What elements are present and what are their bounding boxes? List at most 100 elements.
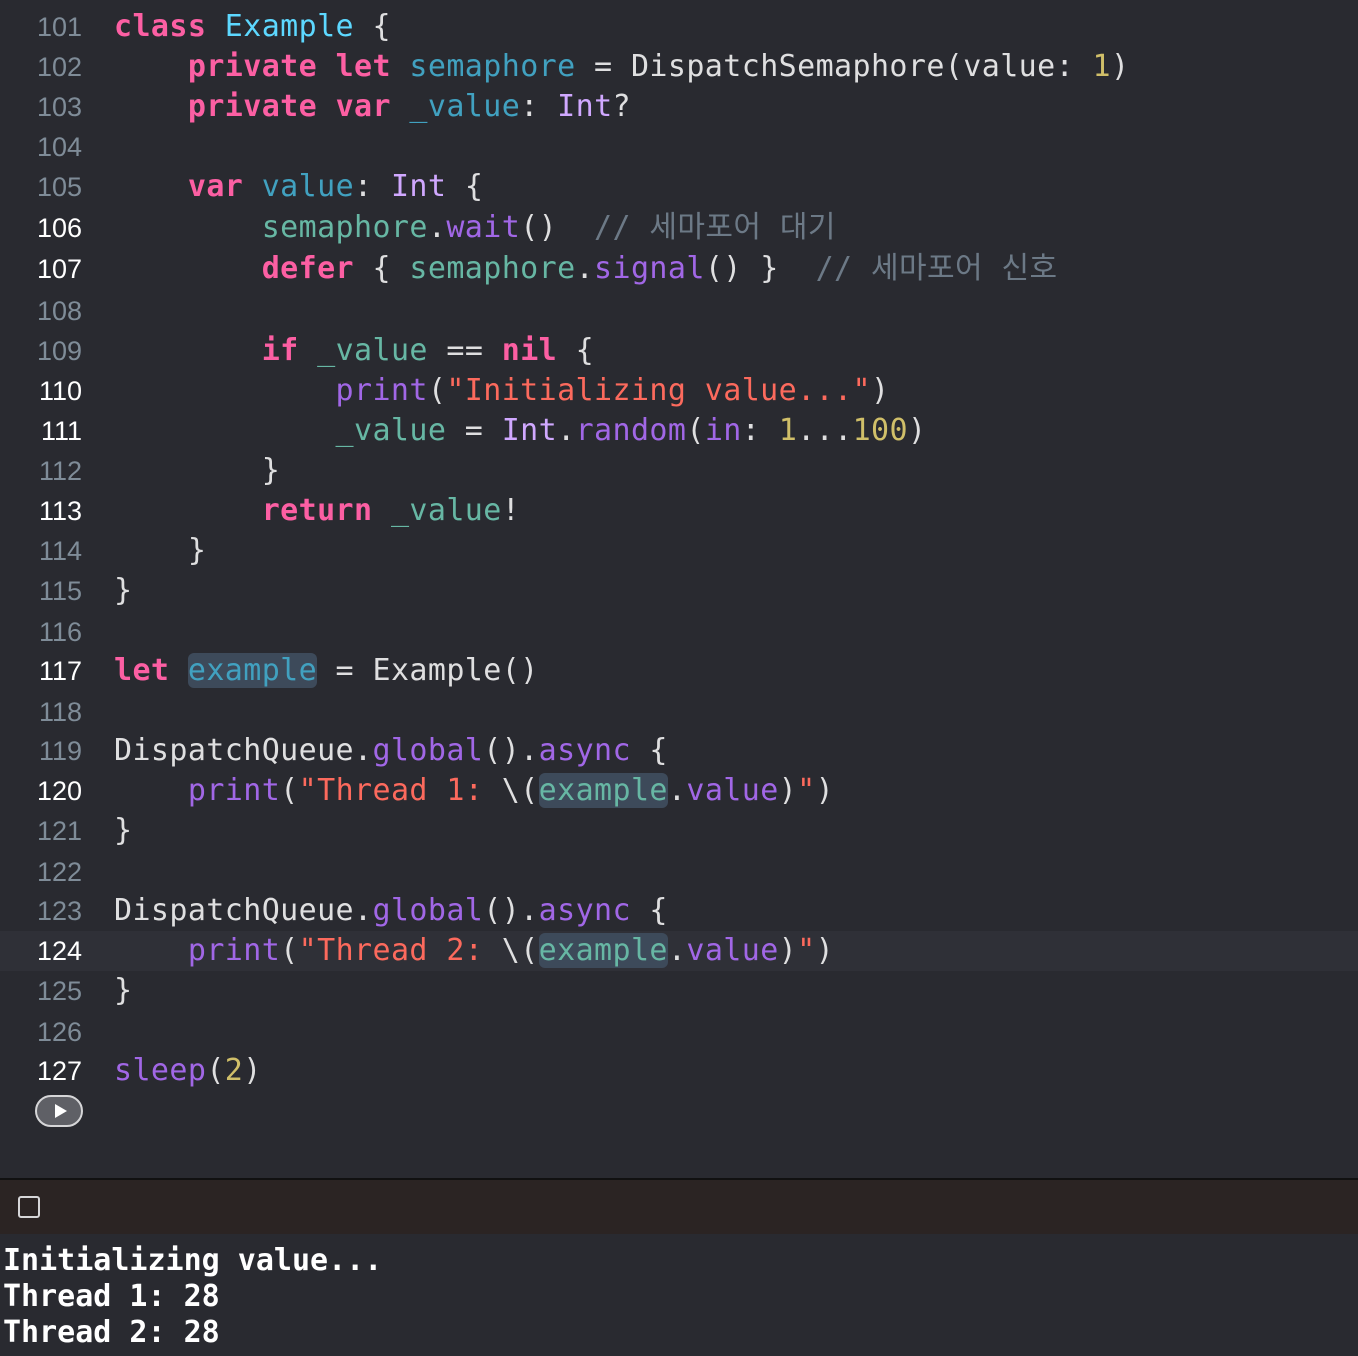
code-text[interactable]: class Example { <box>114 7 391 47</box>
code-token: random <box>575 413 687 448</box>
code-token: global <box>372 893 484 928</box>
code-text[interactable]: var value: Int { <box>114 167 483 207</box>
code-token: { <box>354 9 391 44</box>
code-token: : <box>354 169 391 204</box>
code-text[interactable]: private var _value: Int? <box>114 87 631 127</box>
code-token: " <box>797 773 816 808</box>
code-line[interactable]: 112 } <box>0 451 1358 491</box>
line-number: 121 <box>36 816 82 846</box>
code-text[interactable]: _value = Int.random(in: 1...100) <box>114 411 926 451</box>
code-token: _value <box>335 413 447 448</box>
code-line[interactable]: 120 print("Thread 1: \(example.value)") <box>0 771 1358 811</box>
code-line[interactable]: 111 _value = Int.random(in: 1...100) <box>0 411 1358 451</box>
code-line[interactable]: 105 var value: Int { <box>0 167 1358 207</box>
code-line[interactable]: 114 } <box>0 531 1358 571</box>
code-token: ) <box>870 373 890 408</box>
line-number: 104 <box>36 132 82 162</box>
code-line[interactable]: 106 semaphore.wait() // 세마포어 대기 <box>0 208 1358 248</box>
code-line[interactable]: 110 print("Initializing value...") <box>0 371 1358 411</box>
code-line[interactable]: 125} <box>0 971 1358 1011</box>
code-text[interactable]: let example = Example() <box>114 651 539 691</box>
code-token: example <box>538 933 668 968</box>
code-token: (). <box>483 733 539 768</box>
code-token: print <box>335 373 428 408</box>
code-editor[interactable]: 101 class Example {102 private let semaph… <box>0 0 1358 1178</box>
code-line[interactable]: 122 <box>0 852 1358 892</box>
code-text[interactable]: } <box>114 451 280 491</box>
code-text[interactable]: print("Thread 1: \(example.value)") <box>114 771 834 811</box>
code-token: return <box>261 493 373 528</box>
code-token: { <box>557 333 595 368</box>
console-toggle-icon[interactable] <box>18 1196 40 1218</box>
code-line[interactable]: 117 let example = Example() <box>0 651 1358 691</box>
line-number: 123 <box>36 896 82 926</box>
code-line[interactable]: 104 <box>0 127 1358 167</box>
code-token: { <box>630 733 668 768</box>
code-token: = Example() <box>317 653 539 688</box>
line-number: 113 <box>38 496 82 526</box>
code-text[interactable]: print("Initializing value...") <box>114 371 889 411</box>
code-line[interactable]: 126 <box>0 1012 1358 1052</box>
console-output[interactable]: Initializing value... Thread 1: 28 Threa… <box>0 1234 1358 1356</box>
code-line[interactable]: 118 <box>0 692 1358 732</box>
code-token: print <box>187 773 281 808</box>
code-token: DispatchQueue. <box>114 733 373 768</box>
code-token: "Thread 1: <box>298 773 502 808</box>
line-number: 114 <box>38 536 82 566</box>
code-text[interactable]: } <box>114 971 132 1011</box>
code-token: var <box>335 89 391 124</box>
code-token: wait <box>446 210 521 245</box>
code-text[interactable]: } <box>114 531 206 571</box>
code-line[interactable]: 119 DispatchQueue.global().async { <box>0 731 1358 771</box>
code-text[interactable]: defer { semaphore.signal() } // 세마포어 신호 <box>114 249 1057 289</box>
run-button[interactable] <box>35 1095 83 1127</box>
code-text[interactable]: private let semaphore = DispatchSemaphor… <box>114 47 1129 87</box>
code-token: ) <box>778 773 798 808</box>
code-token: var <box>187 169 244 204</box>
line-number: 118 <box>38 697 82 727</box>
code-line[interactable]: 116 <box>0 612 1358 652</box>
code-line[interactable]: 121} <box>0 811 1358 851</box>
code-line[interactable]: 103 private var _value: Int? <box>0 87 1358 127</box>
line-number: 119 <box>38 736 82 766</box>
line-number: 111 <box>40 416 82 446</box>
code-text[interactable]: } <box>114 811 132 851</box>
code-line[interactable]: 115} <box>0 571 1358 611</box>
code-token: } <box>114 533 207 568</box>
code-token: } <box>114 573 133 608</box>
code-token: ? <box>612 89 631 124</box>
code-text[interactable]: return _value! <box>114 491 520 531</box>
code-token: let <box>335 49 391 84</box>
code-text[interactable]: semaphore.wait() // 세마포어 대기 <box>114 208 836 248</box>
code-line[interactable]: 109 if _value == nil { <box>0 331 1358 371</box>
code-line[interactable]: 108 <box>0 291 1358 331</box>
code-line[interactable]: 101 class Example { <box>0 7 1358 47</box>
line-number: 109 <box>36 336 82 366</box>
code-text[interactable]: if _value == nil { <box>114 331 594 371</box>
code-text[interactable]: print("Thread 2: \(example.value)") <box>114 931 834 971</box>
code-line[interactable]: 124 print("Thread 2: \(example.value)") <box>0 931 1358 971</box>
code-token: ... <box>797 413 853 448</box>
code-token: ( <box>280 773 299 808</box>
code-line[interactable]: 127 sleep(2) <box>0 1051 1358 1091</box>
code-line[interactable]: 113 return _value! <box>0 491 1358 531</box>
code-text[interactable]: } <box>114 571 132 611</box>
code-token: = <box>446 413 502 448</box>
code-token: // 세마포어 대기 <box>594 210 836 245</box>
code-text[interactable]: sleep(2) <box>114 1051 262 1091</box>
code-text[interactable]: DispatchQueue.global().async { <box>114 731 668 771</box>
code-token: // 세마포어 신호 <box>815 251 1058 286</box>
code-token: " <box>797 933 816 968</box>
line-number: 127 <box>36 1056 82 1086</box>
code-token: sleep <box>114 1053 207 1088</box>
code-line[interactable]: 107 defer { semaphore.signal() } // 세마포어… <box>0 249 1358 289</box>
code-line[interactable]: 102 private let semaphore = DispatchSema… <box>0 47 1358 87</box>
code-line[interactable]: 123 DispatchQueue.global().async { <box>0 891 1358 931</box>
line-number: 108 <box>36 296 82 326</box>
play-icon <box>55 1104 67 1118</box>
code-text[interactable]: DispatchQueue.global().async { <box>114 891 668 931</box>
